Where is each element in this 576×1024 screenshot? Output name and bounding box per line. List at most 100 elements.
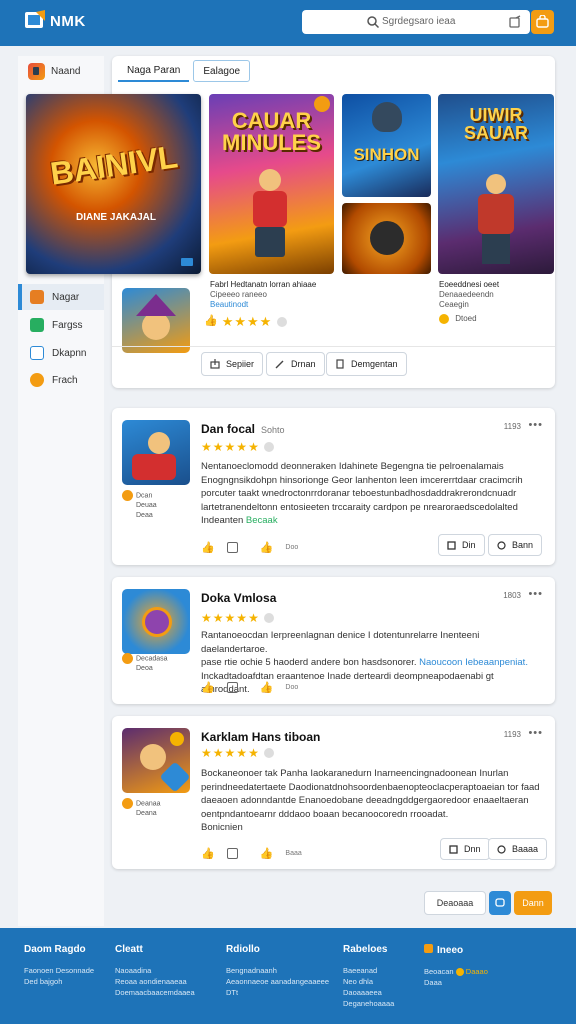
next-page-button[interactable]: Dann bbox=[514, 891, 552, 915]
cart-button[interactable] bbox=[531, 10, 554, 34]
review-card: Karklam Hans tiboan 1193 ••• ★ ★ ★ ★ ★ Bocka… bbox=[112, 716, 555, 869]
grid-icon bbox=[30, 318, 44, 332]
search-placeholder: Sgrdegsaro ieaa bbox=[382, 16, 456, 27]
featured-caption-right: Eoeeddnesi oeet Denaaedeendn Ceaegin bbox=[439, 280, 500, 309]
edit-button[interactable]: Drnan bbox=[266, 352, 325, 376]
share-icon bbox=[210, 359, 220, 369]
prev-page-button[interactable]: Deaoaaa bbox=[424, 891, 486, 915]
review-actions: 👍 👍 Doo bbox=[201, 681, 299, 694]
camera-icon[interactable] bbox=[508, 15, 522, 29]
comment-icon[interactable] bbox=[226, 682, 238, 693]
document-icon bbox=[336, 359, 344, 369]
download-button[interactable]: Demgentan bbox=[326, 352, 407, 376]
thumbs-up-icon[interactable]: 👍 bbox=[260, 541, 274, 554]
review-time: 1803 bbox=[503, 591, 521, 600]
more-options-icon[interactable]: ••• bbox=[528, 588, 543, 600]
thumbs-up-icon[interactable]: 👍 bbox=[201, 847, 215, 860]
footer-column: Ineeo Beoacan Daaao Daaa bbox=[424, 944, 488, 987]
review-title: Dan focal Sohto bbox=[201, 422, 285, 436]
review-body: Bockaneonoer tak Panha Iaokaranedurn Ina… bbox=[201, 768, 540, 833]
sidebar-item-dkapnn[interactable]: Dkapnn bbox=[18, 340, 104, 366]
reply-button[interactable]: Din bbox=[438, 534, 485, 556]
featured-right-badge: Dtoed bbox=[439, 314, 477, 324]
featured-banner-main[interactable]: BAINIVL DIANE JAKAJAL bbox=[26, 94, 201, 274]
review-body: Nentanoeclomodd deonneraken Idahinete Be… bbox=[201, 461, 523, 526]
footer: Daom Ragdo Faonoen Desonnade Ded bajgoh … bbox=[0, 928, 576, 1024]
more-options-icon[interactable]: ••• bbox=[528, 727, 543, 739]
creature-image bbox=[370, 221, 404, 255]
banner-title: BAINIVL bbox=[48, 138, 180, 192]
star-rating: ★ ★ ★ ★ ★ bbox=[201, 440, 274, 454]
pencil-icon bbox=[497, 844, 506, 854]
tab-ealagoe[interactable]: Ealagoe bbox=[193, 60, 251, 82]
chat-icon bbox=[495, 898, 505, 907]
divider bbox=[112, 346, 555, 347]
review-meta: Deanaa Deana bbox=[122, 798, 192, 819]
featured-card: Naga Paran Ealagoe BAINIVL DIANE JAKAJAL… bbox=[26, 56, 555, 388]
game-thumbnail[interactable] bbox=[122, 420, 190, 485]
report-button[interactable]: Baaaa bbox=[488, 838, 548, 860]
search-input[interactable]: Sgrdegsaro ieaa bbox=[302, 10, 530, 34]
pencil-icon bbox=[497, 540, 506, 550]
banner-title: CAUAR MINULES bbox=[222, 108, 321, 155]
tab-naga-paran[interactable]: Naga Paran bbox=[118, 60, 190, 82]
thumbs-up-icon[interactable]: 👍 bbox=[201, 541, 215, 554]
sidebar-item-fargss[interactable]: Fargss bbox=[18, 312, 104, 338]
featured-banner-4[interactable] bbox=[342, 203, 431, 274]
window-icon bbox=[30, 346, 44, 360]
report-button[interactable]: Bann bbox=[488, 534, 543, 556]
more-options-icon[interactable]: ••• bbox=[528, 419, 543, 431]
comment-icon[interactable] bbox=[226, 848, 238, 859]
thumbs-up-icon: 👍 bbox=[204, 315, 218, 327]
coin-icon bbox=[122, 490, 133, 501]
game-thumbnail[interactable] bbox=[122, 589, 190, 654]
top-bar: NMK Sgrdegsaro ieaa bbox=[0, 0, 576, 46]
game-thumbnail[interactable] bbox=[122, 288, 190, 353]
sidebar-item-nagar[interactable]: Nagar bbox=[18, 284, 104, 310]
app-logo-text[interactable]: NMK bbox=[50, 13, 86, 30]
game-thumbnail[interactable] bbox=[122, 728, 190, 793]
review-actions: 👍 👍 Doo bbox=[201, 541, 299, 554]
reply-button[interactable]: Dnn bbox=[440, 838, 490, 860]
sidebar-header-label: Naand bbox=[51, 65, 81, 77]
review-title: Karklam Hans tiboan bbox=[201, 730, 321, 744]
featured-banner-5[interactable]: UIWIR SAUAR bbox=[438, 94, 554, 274]
review-actions: 👍 👍 Baaa bbox=[201, 847, 302, 860]
cart-icon bbox=[536, 15, 549, 28]
sidebar-item-frach[interactable]: Frach bbox=[18, 367, 104, 393]
share-button[interactable]: Sepiier bbox=[201, 352, 264, 376]
sidebar-header[interactable]: Naand bbox=[28, 62, 80, 80]
store-icon bbox=[28, 62, 45, 80]
info-icon bbox=[263, 442, 274, 452]
chat-button[interactable] bbox=[489, 891, 511, 915]
review-meta: Dcan Deuaa Deaa bbox=[122, 490, 192, 521]
puzzle-icon bbox=[30, 290, 44, 304]
sidebar-item-label: Frach bbox=[52, 374, 78, 386]
footer-column: Rabeloes Baeeanad Neo dhla Daoaaaeea Deg… bbox=[343, 944, 395, 1008]
coin-icon bbox=[122, 653, 133, 664]
logo-icon[interactable] bbox=[24, 9, 46, 31]
coin-icon bbox=[30, 373, 44, 387]
sidebar-item-label: Nagar bbox=[52, 291, 80, 303]
comment-icon[interactable] bbox=[226, 542, 238, 553]
featured-caption-left: Fabrl Hedtanatn lorran ahiaae Cipeeeo ra… bbox=[210, 280, 317, 309]
star-rating: ★ ★ ★ ★ ★ bbox=[201, 746, 274, 760]
featured-tabs: Naga Paran Ealagoe bbox=[118, 60, 251, 82]
featured-banner-2[interactable]: CAUAR MINULES bbox=[209, 94, 334, 274]
review-title: Doka Vmlosa bbox=[201, 591, 277, 605]
thumbs-up-icon[interactable]: 👍 bbox=[260, 681, 274, 694]
document-icon bbox=[449, 844, 458, 854]
review-time: 1193 bbox=[503, 730, 521, 739]
footer-column: Daom Ragdo Faonoen Desonnade Ded bajgoh bbox=[24, 944, 95, 986]
hero-character-image bbox=[476, 174, 516, 266]
sidebar-item-label: Dkapnn bbox=[52, 347, 87, 359]
review-time: 1193 bbox=[503, 422, 521, 431]
featured-banner-3[interactable]: SINHON bbox=[342, 94, 431, 197]
info-icon bbox=[424, 944, 433, 953]
document-icon bbox=[447, 540, 456, 550]
banner-title: UIWIR SAUAR bbox=[463, 105, 528, 143]
thumbs-up-icon[interactable]: 👍 bbox=[201, 681, 215, 694]
thumbs-up-icon[interactable]: 👍 bbox=[260, 847, 274, 860]
search-icon bbox=[367, 16, 380, 29]
pencil-icon bbox=[275, 360, 284, 369]
